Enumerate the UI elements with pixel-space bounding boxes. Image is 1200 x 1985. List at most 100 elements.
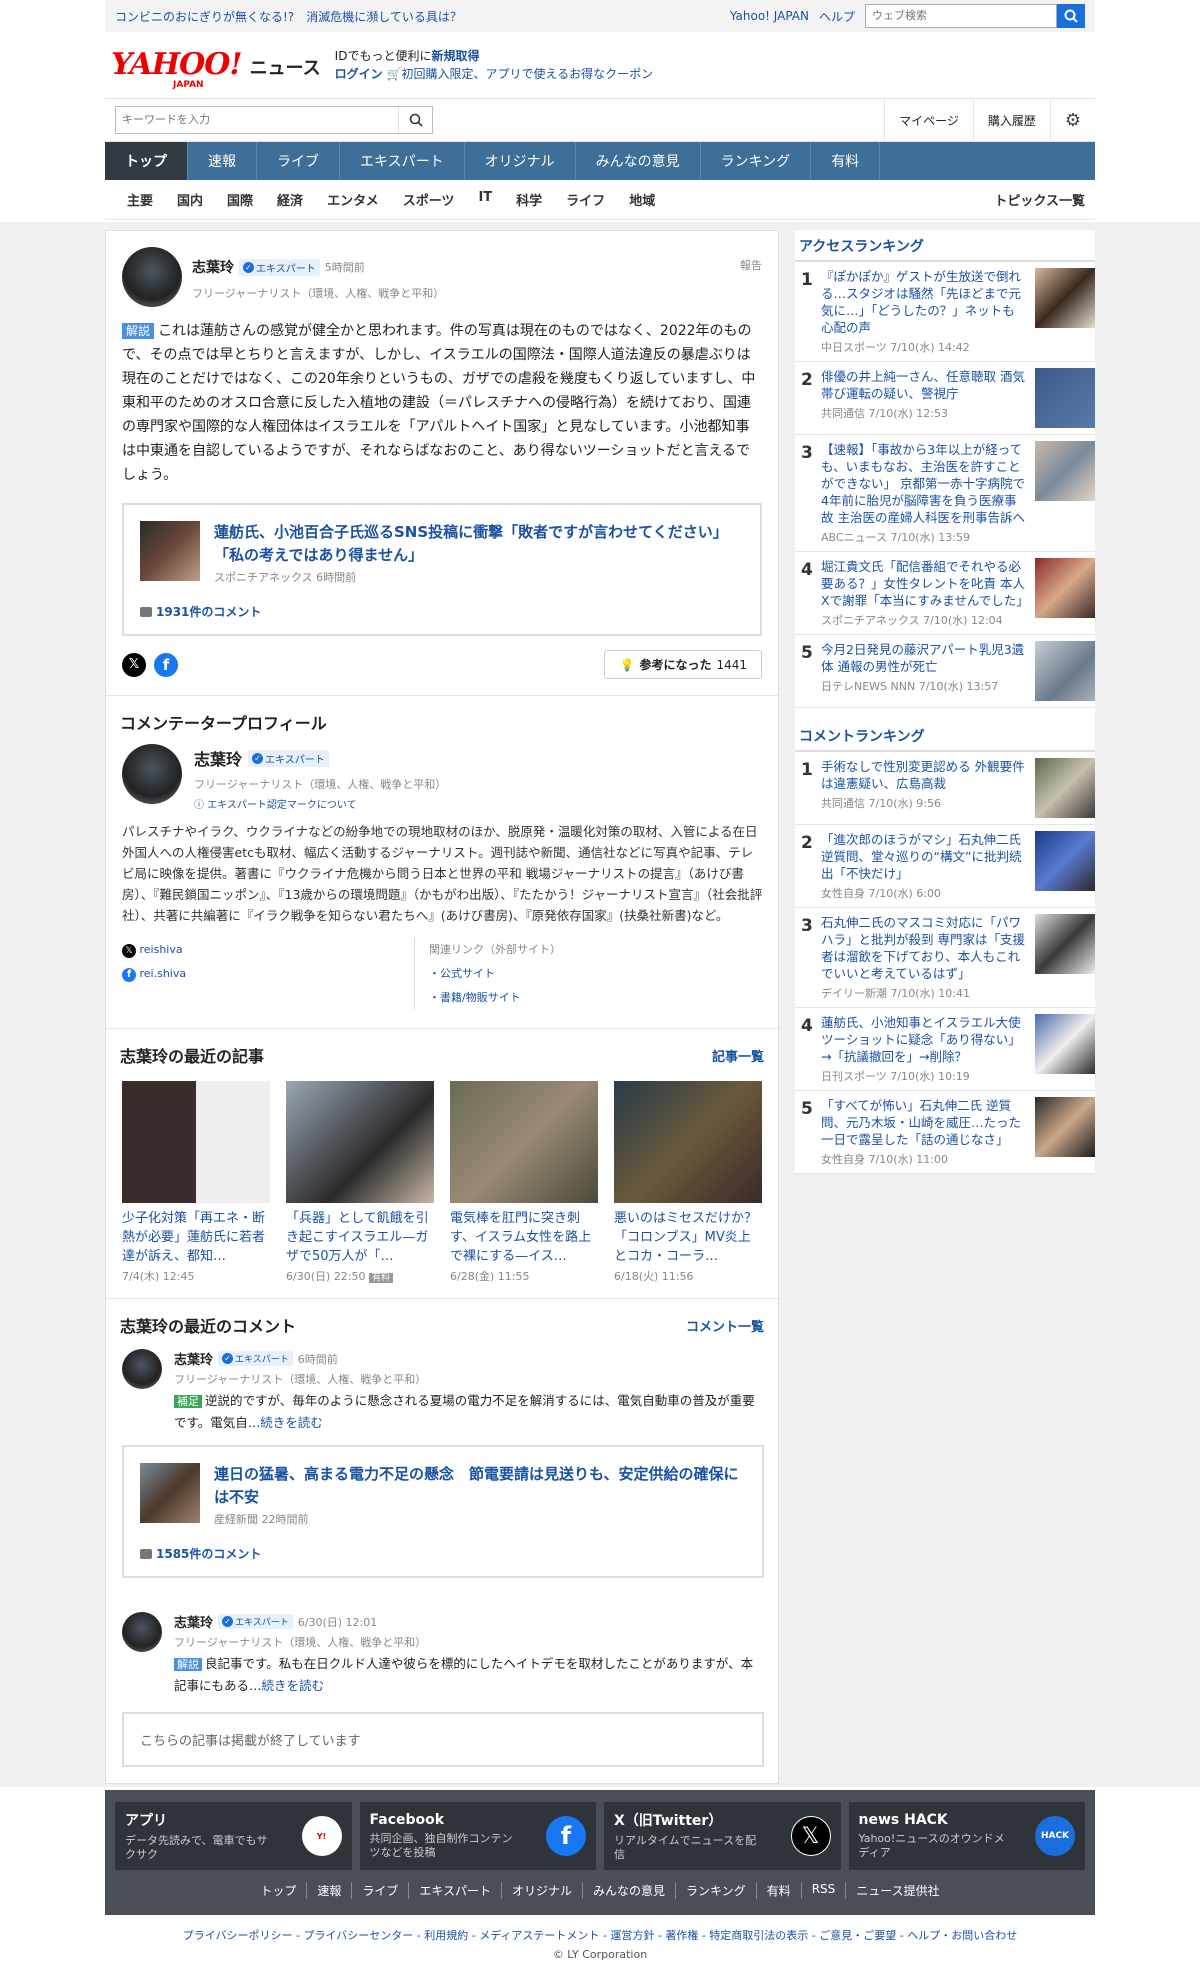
nav-ranking[interactable]: ランキング: [701, 142, 812, 180]
sub-nav: 主要 国内 国際 経済 エンタメ スポーツ IT 科学 ライフ 地域 トピックス…: [105, 180, 1095, 220]
footer-facebook-card[interactable]: Facebook 共同企画、独自制作コンテンツなどを投稿 f: [359, 1802, 596, 1870]
mypage-link[interactable]: マイページ: [884, 98, 973, 142]
question-icon: ⓘ: [194, 800, 204, 811]
subnav-sports[interactable]: スポーツ: [391, 190, 467, 209]
recent-articles: 志葉玲の最近の記事 記事一覧 少子化対策「再エネ・断熱が必要」蓮舫氏に若者達が訴…: [106, 1029, 778, 1299]
comment-tag: 解説: [122, 323, 155, 339]
topics-list-link[interactable]: トピックス一覧: [994, 190, 1085, 209]
ranking-item[interactable]: 4 蓮舫氏、小池知事とイスラエル大使ツーショットに疑念「あり得ない」→「抗議撤回を…: [795, 1008, 1095, 1091]
keyword-search-button[interactable]: [398, 107, 432, 133]
footer-link[interactable]: みんなの意見: [583, 1882, 677, 1899]
article-card[interactable]: 「兵器」として飢餓を引き起こすイスラエル—ガザで50万人が「… 6/30(日) …: [286, 1081, 434, 1284]
facebook-share-icon[interactable]: f: [154, 652, 178, 677]
facebook-account-link[interactable]: f rei.shiva: [122, 962, 414, 986]
ranking-item[interactable]: 5 「すべてが怖い」石丸伸二氏 逆質問、元乃木坂・山崎を威圧…たった一日で露呈した…: [795, 1091, 1095, 1174]
subnav-entertainment[interactable]: エンタメ: [315, 190, 391, 209]
rank-title: 石丸伸二氏のマスコミ対応に「パワハラ」と批判が殺到 専門家は「支援者は溜飲を下げ…: [821, 915, 1025, 981]
signup-link[interactable]: 新規取得: [431, 49, 479, 63]
yahoo-news-logo[interactable]: YAHOO! JAPAN ニュース: [111, 50, 321, 91]
articles-list-link[interactable]: 記事一覧: [712, 1046, 764, 1065]
history-link[interactable]: 購入履歴: [972, 98, 1050, 142]
ranking-item[interactable]: 1 『ぽかぽか』ゲストが生放送で倒れる…スタジオは騒然「先ほどまで元気に…」「どう…: [795, 262, 1095, 362]
subnav-main[interactable]: 主要: [115, 190, 165, 209]
comments-list-link[interactable]: コメント一覧: [686, 1316, 764, 1335]
footer-link[interactable]: トップ: [250, 1882, 308, 1899]
avatar[interactable]: [122, 1349, 162, 1389]
article-card[interactable]: 電気棒を肛門に突き刺す、イスラム女性を路上で裸にする—イス… 6/28(金) 1…: [450, 1081, 598, 1284]
legal-links[interactable]: プライバシーポリシー - プライバシーセンター - 利用規約 - メディアステー…: [0, 1927, 1200, 1943]
nav-paid[interactable]: 有料: [811, 142, 881, 180]
ranking-item[interactable]: 3 石丸伸二氏のマスコミ対応に「パワハラ」と批判が殺到 専門家は「支援者は溜飲を下…: [795, 908, 1095, 1008]
expert-badge-label: エキスパート: [265, 754, 325, 766]
nav-original[interactable]: オリジナル: [465, 142, 576, 180]
commentator-profile: コメンテータープロフィール 志葉玲 ✓ エキスパート フリージャーナリスト（環境、…: [106, 696, 778, 1029]
comment-author[interactable]: 志葉玲: [174, 1349, 213, 1368]
subnav-science[interactable]: 科学: [504, 190, 554, 209]
linked-article-title[interactable]: 蓮舫氏、小池百合子氏巡るSNS投稿に衝撃「敗者ですが言わせてください」「私の考え…: [214, 521, 744, 567]
ranking-item[interactable]: 5 今月2日発見の藤沢アパート乳児3遺体 通報の男性が死亡 日テレNEWS NNN …: [795, 635, 1095, 708]
footer-link[interactable]: ライブ: [352, 1882, 410, 1899]
x-account-link[interactable]: 𝕏 reishiva: [122, 938, 414, 962]
rank-number: 5: [801, 1099, 813, 1119]
footer-app-card[interactable]: アプリ データ先読みで、電車でもサクサク Y!: [115, 1802, 352, 1870]
nav-top[interactable]: トップ: [105, 142, 188, 180]
report-link[interactable]: 報告: [740, 257, 762, 277]
yahoo-japan-link[interactable]: Yahoo! JAPAN: [730, 9, 809, 23]
ranking-item[interactable]: 2 「進次郎のほうがマシ」石丸伸二氏 逆質問、堂々巡りの“構文”に批判続出「不快だ…: [795, 825, 1095, 908]
web-search-button[interactable]: [1057, 4, 1085, 28]
footer-link[interactable]: ランキング: [676, 1882, 757, 1899]
article-card[interactable]: 悪いのはミセスだけか？「コロンブス」MV炎上とコカ・コーラ… 6/18(火) 1…: [614, 1081, 762, 1284]
footer-link[interactable]: 有料: [757, 1882, 802, 1899]
pr-link-1[interactable]: コンビニのおにぎりが無くなる!?: [115, 8, 294, 25]
books-site-link[interactable]: ・書籍/物販サイト: [429, 991, 521, 1004]
help-link[interactable]: ヘルプ: [819, 8, 855, 25]
linked-article-card[interactable]: 蓮舫氏、小池百合子氏巡るSNS投稿に衝撃「敗者ですが言わせてください」「私の考え…: [122, 503, 762, 636]
linked-article-comments[interactable]: 1585件のコメント: [140, 1545, 746, 1562]
web-search-input[interactable]: [865, 4, 1057, 28]
read-more-link[interactable]: 続きを読む: [262, 1678, 325, 1693]
comment-author[interactable]: 志葉玲: [174, 1612, 213, 1631]
avatar[interactable]: [122, 247, 182, 307]
footer-link[interactable]: エキスパート: [409, 1882, 502, 1899]
subnav-it[interactable]: IT: [466, 190, 504, 209]
nav-opinion[interactable]: みんなの意見: [576, 142, 701, 180]
footer-newshack-card[interactable]: news HACK Yahoo!ニュースのオウンドメディア HACK: [848, 1802, 1085, 1870]
keyword-input[interactable]: [116, 107, 398, 133]
comment-bubble-icon: [140, 1548, 152, 1559]
linked-article-title[interactable]: 連日の猛暑、高まる電力不足の懸念 節電要請は見送りも、安定供給の確保には不安: [214, 1463, 746, 1509]
nav-expert[interactable]: エキスパート: [340, 142, 465, 180]
coupon-link[interactable]: 初回購入限定、アプリで使えるお得なクーポン: [401, 67, 653, 81]
comment-author[interactable]: 志葉玲: [192, 257, 234, 277]
read-more-link[interactable]: 続きを読む: [260, 1415, 323, 1430]
footer-link[interactable]: RSS: [802, 1882, 847, 1899]
avatar[interactable]: [122, 744, 182, 804]
nav-live[interactable]: ライブ: [257, 142, 340, 180]
avatar[interactable]: [122, 1612, 162, 1652]
ranking-item[interactable]: 1 手術なしで性別変更認める 外観要件は違憲疑い、広島高裁 共同通信 7/10(水)…: [795, 752, 1095, 825]
nav-breaking[interactable]: 速報: [188, 142, 257, 180]
subnav-economy[interactable]: 経済: [265, 190, 315, 209]
footer-link[interactable]: ニュース提供社: [846, 1882, 949, 1899]
ranking-item[interactable]: 4 堀江貴文氏「配信番組でそれやる必要ある？」女性タレントを叱責 本人Xで謝罪「本…: [795, 552, 1095, 635]
pr-link-2[interactable]: 消滅危機に瀕している具は？: [306, 8, 462, 25]
article-thumbnail: [140, 521, 200, 581]
official-site-link[interactable]: ・公式サイト: [429, 967, 495, 980]
helpful-button[interactable]: 💡 参考になった 1441: [604, 650, 762, 679]
subnav-domestic[interactable]: 国内: [165, 190, 215, 209]
footer-link[interactable]: 速報: [307, 1882, 353, 1899]
subnav-world[interactable]: 国際: [215, 190, 265, 209]
subnav-life[interactable]: ライフ: [554, 190, 617, 209]
article-card[interactable]: 少子化対策「再エネ・断熱が必要」蓮舫氏に若者達が訴え、都知… 7/4(木) 12…: [122, 1081, 270, 1284]
subnav-local[interactable]: 地域: [617, 190, 667, 209]
ranking-item[interactable]: 2 俳優の井上純一さん、任意聴取 酒気帯び運転の疑い、警視庁 共同通信 7/10(水…: [795, 362, 1095, 435]
settings-button[interactable]: ⚙: [1049, 98, 1095, 142]
paid-badge: 有料: [368, 1273, 393, 1283]
linked-article-comments[interactable]: 1931件のコメント: [140, 603, 744, 620]
x-share-icon[interactable]: 𝕏: [122, 652, 146, 677]
footer-link[interactable]: オリジナル: [502, 1882, 584, 1899]
expert-mark-link[interactable]: ⓘ エキスパート認定マークについて: [194, 796, 446, 811]
footer-x-card[interactable]: X（旧Twitter） リアルタイムでニュースを配信 𝕏: [604, 1802, 841, 1870]
ranking-item[interactable]: 3 【速報】「事故から3年以上が経っても、いまもなお、主治医を許すことができない」…: [795, 435, 1095, 552]
login-link[interactable]: ログイン: [335, 67, 383, 81]
linked-article-card[interactable]: 連日の猛暑、高まる電力不足の懸念 節電要請は見送りも、安定供給の確保には不安 産…: [122, 1445, 764, 1578]
